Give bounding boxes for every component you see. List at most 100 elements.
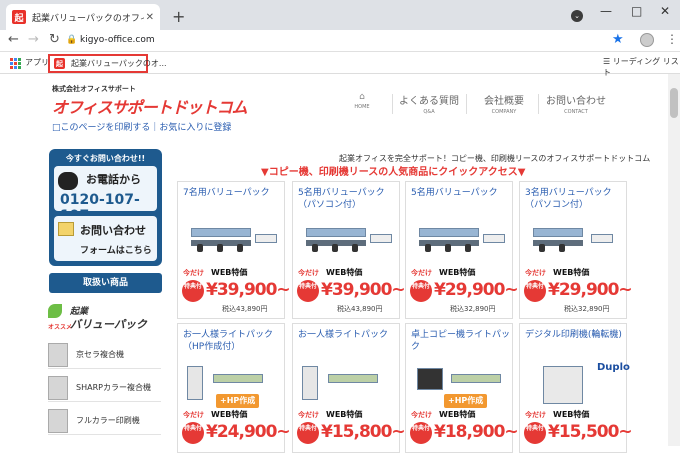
profile-avatar[interactable] xyxy=(640,33,654,47)
product-price: ¥18,900~ xyxy=(434,422,519,442)
office-desks-image xyxy=(298,214,396,264)
copier-image xyxy=(48,375,68,400)
bookmark-label: 起業バリューパックのオ... xyxy=(71,59,167,68)
product-price: ¥15,800~ xyxy=(321,422,406,442)
sidebar-item-label: SHARPカラー複合機 xyxy=(76,383,151,392)
contact-box: 今すぐお問い合わせ!! お電話から 0120-107-197 お問い合わせ フォ… xyxy=(49,149,162,266)
nav-faq-en: Q&A xyxy=(423,109,435,115)
web-price-label: WEB特価 xyxy=(211,410,248,419)
nav-faq[interactable]: よくある質問 Q&A xyxy=(394,92,464,115)
minimize-button[interactable]: — xyxy=(600,4,612,18)
product-title[interactable]: 5名用バリューパック（パソコン付） xyxy=(298,187,398,211)
site-logo[interactable]: オフィスサポートドットコム xyxy=(52,94,248,118)
menu-icon[interactable]: ⋮ xyxy=(666,32,678,46)
product-title[interactable]: お一人様ライトパック（HP作成付） xyxy=(183,329,283,353)
product-price: ¥29,900~ xyxy=(434,280,519,300)
nav-home[interactable]: ⌂ HOME xyxy=(327,92,397,110)
scrollbar[interactable] xyxy=(668,74,680,446)
apps-shortcut[interactable]: アプリ xyxy=(10,57,49,69)
limited-label: 今だけ xyxy=(183,269,204,277)
tax-included-price: 税込32,890円 xyxy=(450,305,496,313)
tab-search-icon[interactable]: ⌄ xyxy=(571,10,583,22)
bonus-badge: 特典付 xyxy=(297,280,319,302)
limited-label: 今だけ xyxy=(411,269,432,277)
sidebar-item-sharp[interactable]: SHARPカラー複合機 xyxy=(48,374,161,402)
quick-access-headline: ▼コピー機、印刷機リースの人気商品にクイックアクセス▼ xyxy=(261,167,526,178)
product-card[interactable]: 3名用バリューパック（パソコン付） 今だけ WEB特価 特典付 ¥29,900~… xyxy=(519,181,633,319)
bookmark-star-icon[interactable]: ★ xyxy=(612,32,624,47)
limited-label: 今だけ xyxy=(525,269,546,277)
product-price: ¥15,500~ xyxy=(548,422,633,442)
forward-icon[interactable]: → xyxy=(28,32,39,47)
site-favicon-icon: 起 xyxy=(12,10,26,24)
tax-included-price: 税込32,890円 xyxy=(564,305,610,313)
product-card[interactable]: お一人様ライトパック（HP作成付） +HP作成 今だけ WEB特価 特典付 ¥2… xyxy=(177,323,291,453)
nav-contact-en: CONTACT xyxy=(564,109,588,115)
product-price: ¥39,900~ xyxy=(321,280,406,300)
product-title[interactable]: 5名用バリューパック xyxy=(411,187,511,199)
product-card[interactable]: 5名用バリューパック（パソコン付） 今だけ WEB特価 特典付 ¥39,900~… xyxy=(292,181,406,319)
web-price-label: WEB特価 xyxy=(211,268,248,277)
product-card[interactable]: 卓上コピー機ライトパック +HP作成 今だけ WEB特価 特典付 ¥18,900… xyxy=(405,323,519,453)
product-card[interactable]: お一人様ライトパック 今だけ WEB特価 特典付 ¥15,800~ xyxy=(292,323,406,453)
address-bar[interactable]: kigyo-office.com xyxy=(80,35,155,45)
leaf-icon xyxy=(48,304,62,318)
close-icon[interactable]: ✕ xyxy=(146,12,154,23)
office-desks-image xyxy=(411,214,509,264)
copier-image xyxy=(48,342,68,367)
bonus-badge: 特典付 xyxy=(410,280,432,302)
phone-contact-button[interactable]: お電話から 0120-107-197 xyxy=(54,166,157,224)
limited-label: 今だけ xyxy=(183,411,204,419)
apps-label: アプリ xyxy=(25,58,49,67)
product-title[interactable]: デジタル印刷機(輪転機) xyxy=(525,329,625,341)
nav-divider xyxy=(466,94,467,114)
nav-company[interactable]: 会社概要 COMPANY xyxy=(469,92,539,115)
bonus-badge: 特典付 xyxy=(297,422,319,444)
product-title[interactable]: 3名用バリューパック（パソコン付） xyxy=(525,187,625,211)
product-card[interactable]: 7名用バリューパック 今だけ WEB特価 特典付 ¥39,900~ 税込43,8… xyxy=(177,181,291,319)
bonus-badge: 特典付 xyxy=(182,280,204,302)
bonus-badge: 特典付 xyxy=(182,422,204,444)
sidebar-item-printer[interactable]: フルカラー印刷機 xyxy=(48,407,161,435)
bookmark-item[interactable]: 起 起業バリューパックのオ... xyxy=(48,54,167,73)
tax-included-price: 税込43,890円 xyxy=(222,305,268,313)
product-card[interactable]: デジタル印刷機(輪転機) Duplo 今だけ WEB特価 特典付 ¥15,500… xyxy=(519,323,633,453)
office-desks-image xyxy=(525,214,623,264)
inquiry-form-button[interactable]: お問い合わせ フォームはこちら xyxy=(54,216,157,261)
value-pack-promo[interactable]: オススメ 起業 バリューパック xyxy=(48,304,161,338)
new-tab-button[interactable]: + xyxy=(172,7,185,26)
product-title[interactable]: 7名用バリューパック xyxy=(183,187,283,199)
maximize-button[interactable]: □ xyxy=(631,4,642,18)
nav-divider xyxy=(392,94,393,114)
scrollbar-thumb[interactable] xyxy=(670,88,678,118)
product-card[interactable]: 5名用バリューパック 今だけ WEB特価 特典付 ¥29,900~ 税込32,8… xyxy=(405,181,519,319)
nav-company-en: COMPANY xyxy=(491,109,517,115)
apps-grid-icon xyxy=(10,57,21,69)
web-price-label: WEB特価 xyxy=(553,410,590,419)
bonus-badge: 特典付 xyxy=(524,280,546,302)
nav-company-label: 会社概要 xyxy=(484,96,524,107)
window-close-button[interactable]: ✕ xyxy=(660,4,670,18)
print-favorite-links[interactable]: □このページを印刷する｜お気に入りに登録 xyxy=(52,120,231,133)
back-icon[interactable]: ← xyxy=(8,32,19,47)
bookmark-favicon-icon: 起 xyxy=(54,58,65,69)
inquiry-label: お問い合わせ xyxy=(80,224,146,237)
web-price-label: WEB特価 xyxy=(326,268,363,277)
product-price: ¥39,900~ xyxy=(206,280,291,300)
sidebar-item-kyocera[interactable]: 京セラ複合機 xyxy=(48,341,161,369)
reload-icon[interactable]: ↻ xyxy=(49,32,60,47)
limited-label: 今だけ xyxy=(525,411,546,419)
printer-image xyxy=(48,408,68,433)
nav-faq-label: よくある質問 xyxy=(399,96,459,107)
lock-icon[interactable]: 🔒 xyxy=(66,35,77,45)
recommend-label: オススメ xyxy=(48,324,73,331)
product-title[interactable]: お一人様ライトパック xyxy=(298,329,398,341)
hp-creation-badge: +HP作成 xyxy=(444,394,488,408)
nav-contact[interactable]: お問い合わせ CONTACT xyxy=(541,92,611,115)
duplo-logo: Duplo xyxy=(597,362,630,373)
bonus-badge: 特典付 xyxy=(524,422,546,444)
home-icon: ⌂ xyxy=(359,92,365,102)
company-name: 株式会社オフィスサポート xyxy=(52,85,136,93)
browser-tab[interactable]: 起 起業バリューパックのオフィスサポート｜ ✕ xyxy=(6,4,160,30)
product-title[interactable]: 卓上コピー機ライトパック xyxy=(411,329,511,353)
